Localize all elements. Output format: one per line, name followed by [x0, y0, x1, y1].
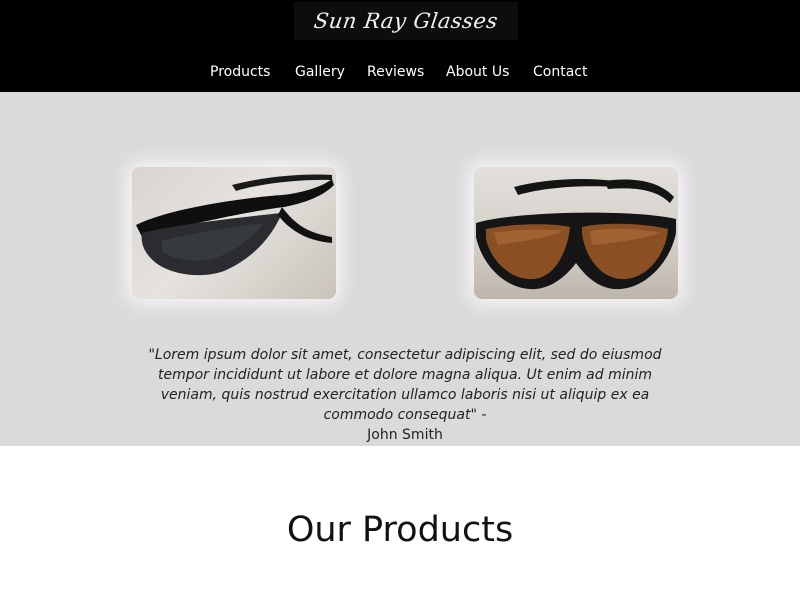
main-nav: Products Gallery Reviews About Us Contac… [0, 60, 800, 84]
testimonial-text: "Lorem ipsum dolor sit amet, consectetur… [148, 347, 662, 423]
showcase-section: "Lorem ipsum dolor sit amet, consectetur… [0, 92, 800, 446]
sunglasses-dark-lens-image [136, 174, 334, 276]
testimonial-quote: "Lorem ipsum dolor sit amet, consectetur… [130, 345, 680, 445]
nav-gallery[interactable]: Gallery [295, 60, 345, 84]
nav-products[interactable]: Products [210, 60, 270, 84]
sunglasses-photo-dark-lens [132, 167, 336, 299]
site-header: Sun Ray Glasses Products Gallery Reviews… [0, 0, 800, 92]
sunglasses-brown-lens-image [476, 179, 676, 290]
nav-about-us[interactable]: About Us [446, 60, 509, 84]
logo[interactable]: Sun Ray Glasses [294, 2, 518, 40]
sunglasses-photo-brown-lens [474, 167, 678, 299]
testimonial-author: John Smith [367, 427, 443, 443]
nav-contact[interactable]: Contact [533, 60, 587, 84]
nav-reviews[interactable]: Reviews [367, 60, 424, 84]
logo-text: Sun Ray Glasses [312, 9, 500, 33]
section-title-products: Our Products [286, 510, 514, 550]
